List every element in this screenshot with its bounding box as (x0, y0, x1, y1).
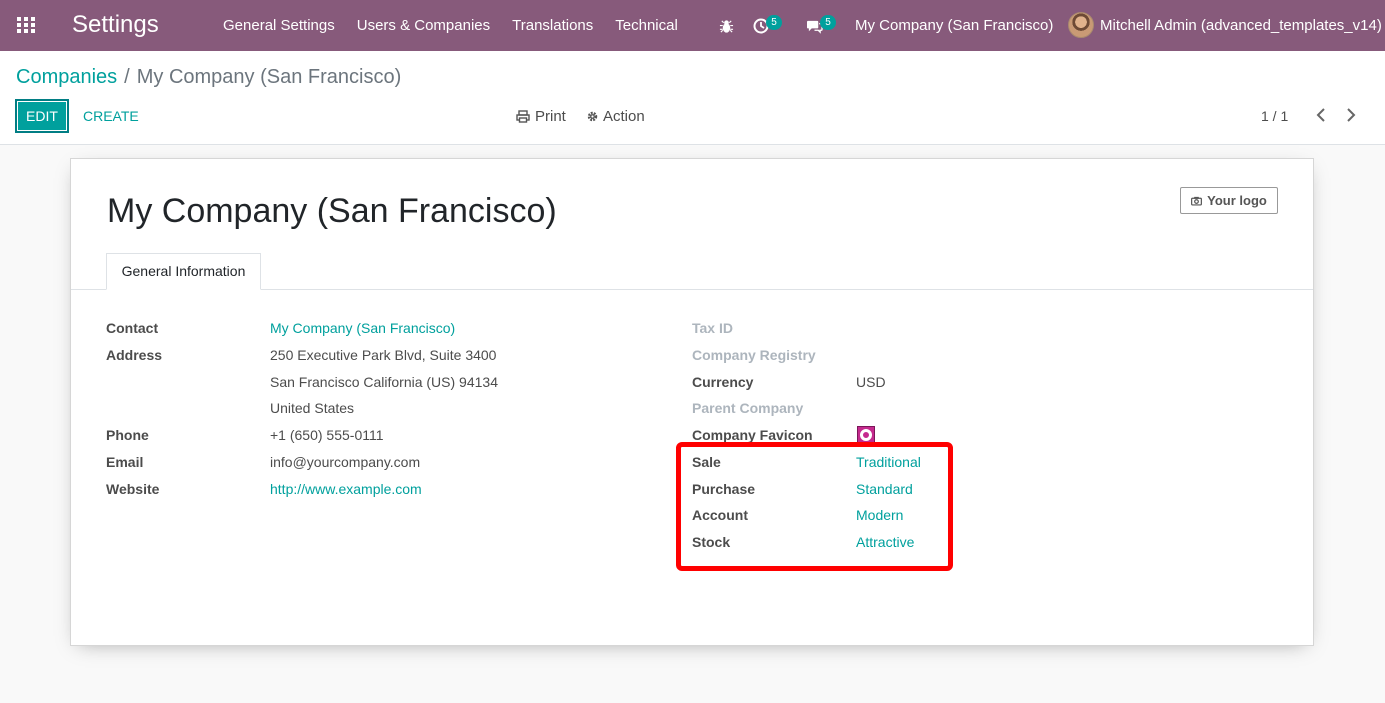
address-line-3: United States (270, 400, 355, 416)
menu-general-settings[interactable]: General Settings (212, 0, 346, 51)
tax-id-label: Tax ID (692, 320, 733, 336)
action-label: Action (603, 108, 645, 125)
pager-value[interactable]: 1 / 1 (1261, 108, 1288, 124)
pager-next-icon[interactable] (1346, 108, 1356, 127)
address-line-1: 250 Executive Park Blvd, Suite 3400 (270, 347, 497, 363)
form-sheet: My Company (San Francisco) Your logo Gen… (70, 158, 1314, 646)
website-label: Website (106, 481, 160, 497)
print-button[interactable]: Print (516, 108, 566, 125)
menu-technical[interactable]: Technical (604, 0, 689, 51)
apps-grid-icon[interactable] (17, 17, 35, 33)
messages-count-badge: 5 (820, 15, 836, 30)
parent-company-label: Parent Company (692, 400, 804, 416)
contact-label: Contact (106, 320, 159, 336)
email-label: Email (106, 454, 144, 470)
address-label: Address (106, 347, 163, 363)
company-registry-label: Company Registry (692, 347, 816, 363)
create-button[interactable]: CREATE (83, 108, 139, 124)
user-menu[interactable]: Mitchell Admin (advanced_templates_v14) (1100, 0, 1382, 51)
print-label: Print (535, 108, 566, 125)
company-logo-upload[interactable]: Your logo (1180, 187, 1278, 214)
breadcrumb-separator: / (124, 66, 130, 88)
main-menu: General Settings Users & Companies Trans… (212, 0, 689, 51)
company-name-title: My Company (San Francisco) (107, 192, 557, 230)
company-favicon-label: Company Favicon (692, 427, 813, 443)
edit-button[interactable]: EDIT (15, 99, 69, 133)
phone-value: +1 (650) 555-0111 (270, 427, 384, 443)
logo-label: Your logo (1207, 193, 1267, 208)
breadcrumb: Companies / My Company (San Francisco) (16, 66, 401, 89)
top-navbar: Settings General Settings Users & Compan… (0, 0, 1385, 51)
menu-users-companies[interactable]: Users & Companies (346, 0, 501, 51)
contact-link[interactable]: My Company (San Francisco) (270, 320, 455, 336)
pager-previous-icon[interactable] (1316, 108, 1326, 127)
currency-value: USD (856, 374, 886, 390)
app-brand[interactable]: Settings (72, 11, 159, 39)
gear-icon (586, 110, 599, 123)
control-panel: Companies / My Company (San Francisco) EDI… (0, 51, 1385, 145)
printer-icon (516, 110, 530, 123)
user-avatar[interactable] (1068, 12, 1094, 38)
activity-count-badge: 5 (766, 15, 782, 30)
breadcrumb-companies-link[interactable]: Companies (16, 66, 117, 88)
currency-label: Currency (692, 374, 754, 390)
company-switcher[interactable]: My Company (San Francisco) (855, 0, 1053, 51)
phone-label: Phone (106, 427, 149, 443)
action-button[interactable]: Action (586, 108, 645, 125)
breadcrumb-current: My Company (San Francisco) (136, 66, 402, 88)
camera-icon (1191, 196, 1203, 206)
menu-translations[interactable]: Translations (501, 0, 604, 51)
debug-bug-icon[interactable] (719, 0, 734, 51)
website-link[interactable]: http://www.example.com (270, 481, 422, 497)
address-line-2: San Francisco California (US) 94134 (270, 374, 498, 390)
highlight-annotation-box (676, 442, 953, 571)
tab-general-information[interactable]: General Information (106, 253, 261, 290)
email-value: info@yourcompany.com (270, 454, 421, 470)
